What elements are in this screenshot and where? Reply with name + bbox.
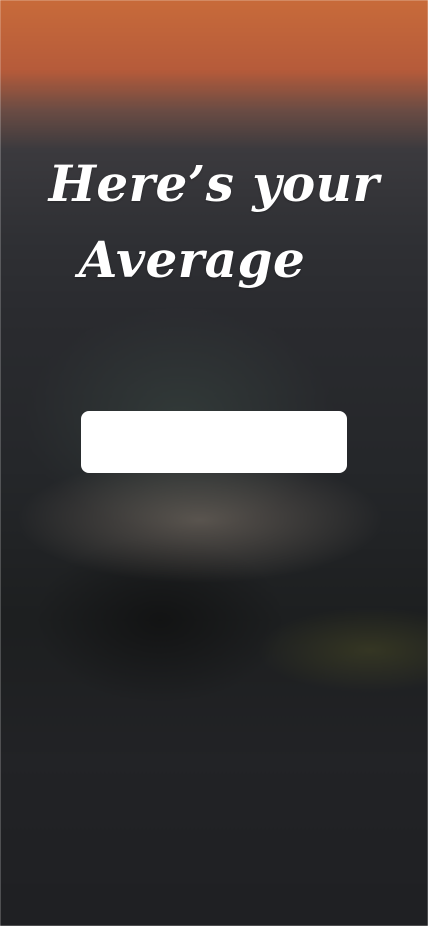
title-line-1: Here’s your bbox=[48, 153, 380, 213]
page-title: Here’s your Average bbox=[0, 146, 428, 298]
title-line-2: Average bbox=[78, 229, 306, 289]
average-field[interactable] bbox=[81, 411, 347, 473]
